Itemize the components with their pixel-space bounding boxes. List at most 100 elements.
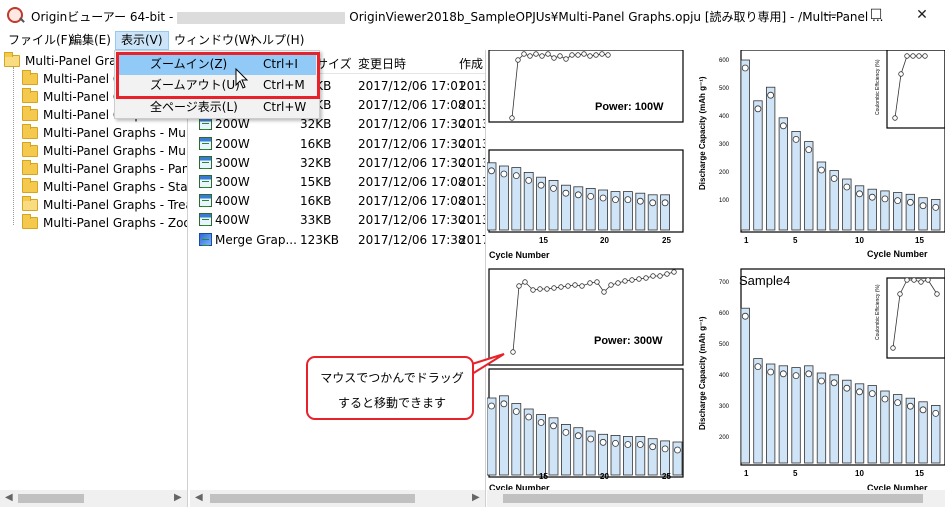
efficiency-sample4-point — [911, 277, 917, 283]
list-row[interactable]: 200W 16KB 2017/12/06 17:302013 — [190, 135, 485, 154]
capacity-300w-marker — [612, 439, 619, 447]
menu-fit-page-label: 全ページ表示(L) — [150, 100, 238, 114]
efficiency-100w-point — [545, 51, 551, 57]
capacity-300w-bar — [498, 395, 509, 476]
capacity-300w-marker — [512, 408, 520, 415]
efficiency-100w-point — [587, 53, 593, 59]
capacity-sample4-marker — [830, 379, 838, 387]
efficiency-300w-point — [544, 286, 550, 292]
menu-view[interactable]: 表示(V) — [115, 31, 169, 50]
capacity-100w-marker — [488, 167, 495, 175]
capacity-100w-marker — [661, 199, 669, 207]
efficiency-100w-point — [557, 53, 563, 59]
capacity-sample4-marker — [818, 377, 825, 385]
y-axis-title: Discharge Capacity (mAh g⁻¹) — [698, 76, 707, 190]
list-size: 123KB — [300, 232, 340, 247]
x-tick-label: 20 — [600, 472, 609, 481]
x-axis-title: Cycle Number — [489, 250, 550, 260]
list-modified: 2017/12/06 17:30 — [358, 155, 466, 170]
tree-horizontal-scrollbar[interactable]: ◀ ▶ — [0, 490, 187, 507]
inset-y-axis-title: Coulombic Efficiency (%) — [875, 284, 881, 340]
column-size[interactable]: サイズ — [316, 55, 352, 72]
list-row[interactable]: Merge Grap...123KB 2017/12/06 17:382017 — [190, 231, 485, 250]
capacity-sample3-marker — [868, 193, 876, 201]
column-created[interactable]: 作成 — [459, 55, 483, 72]
column-modified[interactable]: 変更日時 — [358, 55, 406, 72]
capacity-300w-marker — [562, 428, 570, 436]
list-size: 16KB — [300, 194, 332, 209]
efficiency-100w-point — [551, 55, 557, 61]
capacity-100w-marker — [649, 199, 657, 207]
folder-icon — [22, 142, 38, 157]
minimize-button[interactable]: — — [807, 0, 853, 31]
maximize-button[interactable]: ☐ — [853, 0, 899, 31]
efficiency-100w-point — [527, 53, 533, 59]
list-created: 2013 — [459, 213, 485, 228]
list-name: 400W — [215, 213, 250, 228]
capacity-100w-marker — [550, 184, 557, 192]
folder-icon — [22, 106, 38, 121]
capacity-sample4-marker — [894, 399, 902, 407]
capacity-sample4-marker — [881, 395, 889, 403]
graph-preview[interactable]: Power: 100W 15 20 25 Cycle Number Power: 300W… — [487, 50, 945, 507]
scroll-right-icon[interactable]: ▶ — [472, 492, 480, 503]
scrollbar-thumb[interactable] — [18, 494, 84, 503]
list-modified: 2017/12/06 17:30 — [358, 213, 466, 228]
capacity-sample4-marker — [906, 402, 914, 410]
list-created: 2013 — [459, 117, 485, 132]
efficiency-300w-point — [587, 280, 593, 286]
scrollbar-thumb[interactable] — [210, 494, 415, 503]
tree-item[interactable]: Multi-Panel Graphs - Stack — [22, 178, 187, 196]
x-tick-label: 5 — [793, 469, 798, 478]
efficiency-300w-point — [636, 276, 642, 282]
capacity-sample4-marker — [843, 384, 851, 392]
capacity-sample3-marker — [894, 197, 902, 205]
list-created: 2013 — [459, 136, 485, 151]
multi-panel-graph[interactable]: Power: 100W15 20 25Cycle NumberPower: 300W… — [487, 50, 945, 507]
capacity-300w-marker — [674, 446, 681, 454]
menu-help[interactable]: ヘルプ(H) — [245, 31, 309, 50]
tree-item[interactable]: Multi-Panel Graphs - Multi — [22, 124, 187, 142]
capacity-sample4-bar — [854, 383, 865, 464]
x-tick-label: 15 — [915, 469, 924, 478]
graph-scrollbar-thumb — [503, 494, 923, 503]
tree-item[interactable]: Multi-Panel Graphs - Zoom — [22, 214, 187, 232]
list-modified: 2017/12/06 17:08 — [358, 194, 466, 209]
capacity-100w-marker — [574, 191, 582, 199]
list-created: 2013 — [459, 175, 485, 189]
efficiency-300w-point — [522, 279, 528, 285]
y-tick-label: 100 — [719, 198, 730, 204]
tree-item[interactable]: Multi-Panel Graphs - Panel — [22, 160, 187, 178]
menu-fit-page[interactable]: 全ページ表示(L) Ctrl+W — [118, 97, 316, 118]
capacity-sample3-bar — [931, 198, 941, 231]
close-button[interactable]: ✕ — [899, 0, 945, 31]
list-row[interactable]: 300W 15KB 2017/12/06 17:082013 — [190, 173, 485, 192]
list-modified: 2017/12/06 17:08 — [358, 98, 466, 113]
scroll-right-icon[interactable]: ▶ — [174, 492, 182, 503]
efficiency-300w-point — [650, 273, 656, 279]
list-horizontal-scrollbar[interactable]: ◀ ▶ — [190, 490, 485, 507]
mouse-cursor-icon — [235, 68, 249, 89]
list-row[interactable]: 400W 33KB 2017/12/06 17:302013 — [190, 211, 485, 230]
list-row[interactable]: 400W 16KB 2017/12/06 17:082013 — [190, 192, 485, 211]
menu-edit[interactable]: 編集(E) — [65, 31, 116, 50]
capacity-sample4-bar — [753, 358, 763, 464]
tree-item[interactable]: Multi-Panel Graphs - Treat — [22, 196, 187, 214]
y-tick-label: 400 — [719, 373, 730, 379]
graph-icon — [199, 155, 212, 169]
efficiency-100w-point — [533, 51, 539, 57]
x-tick-label: 25 — [662, 236, 671, 245]
list-cell-name: 200W — [199, 135, 250, 154]
scroll-left-icon[interactable]: ◀ — [195, 492, 203, 503]
tree-item-label: Multi-Panel Graphs - Multi — [43, 144, 188, 158]
y-tick-label: 500 — [719, 342, 730, 348]
list-name: 300W — [215, 155, 250, 170]
capacity-sample3-marker — [779, 122, 787, 130]
x-tick-label: 15 — [539, 236, 548, 245]
power-100w-label: Power: 100W — [595, 101, 664, 113]
list-name: 200W — [215, 136, 250, 151]
list-row[interactable]: 300W 32KB 2017/12/06 17:302013 — [190, 154, 485, 173]
tree-item[interactable]: Multi-Panel Graphs - Multi — [22, 142, 188, 160]
scroll-left-icon[interactable]: ◀ — [5, 492, 13, 503]
list-created: 2013 — [459, 155, 485, 170]
